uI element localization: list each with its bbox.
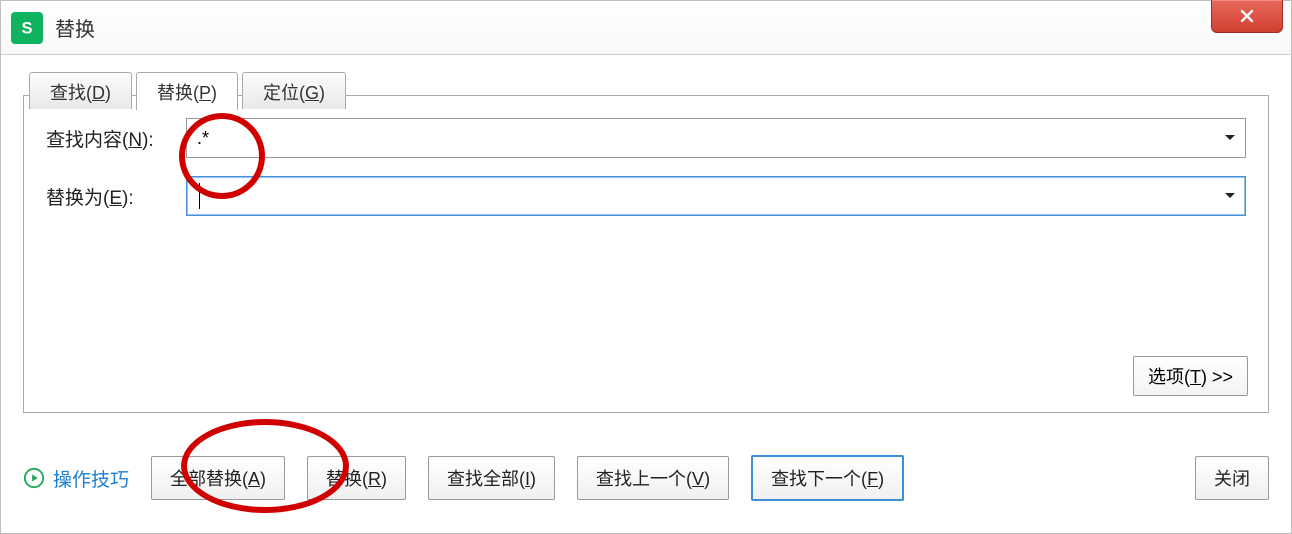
close-icon: [1237, 6, 1257, 26]
title-bar: S 替换: [1, 1, 1291, 55]
chevron-down-icon: [1224, 134, 1236, 142]
tab-replace[interactable]: 替换(P): [136, 72, 238, 110]
chevron-down-icon: [1224, 192, 1236, 200]
replace-button[interactable]: 替换(R): [307, 456, 406, 500]
options-button[interactable]: 选项(T) >>: [1133, 356, 1248, 396]
window-title: 替换: [55, 13, 95, 42]
find-next-button[interactable]: 查找下一个(F): [751, 455, 904, 501]
replace-input-combo[interactable]: [186, 176, 1246, 216]
tips-link[interactable]: 操作技巧: [23, 465, 129, 492]
find-prev-button[interactable]: 查找上一个(V): [577, 456, 729, 500]
find-all-button[interactable]: 查找全部(I): [428, 456, 555, 500]
fields-area: 查找内容(N): 替换为(E):: [24, 96, 1268, 216]
replace-row: 替换为(E):: [46, 176, 1246, 216]
app-icon: S: [11, 12, 43, 44]
replace-dropdown-button[interactable]: [1215, 177, 1245, 215]
find-row: 查找内容(N):: [46, 118, 1246, 158]
tab-strip: 查找(D) 替换(P) 定位(G): [29, 72, 346, 109]
text-cursor: [199, 183, 200, 209]
find-input[interactable]: [187, 119, 1215, 157]
close-window-button[interactable]: [1211, 0, 1283, 33]
find-input-combo[interactable]: [186, 118, 1246, 158]
replace-label: 替换为(E):: [46, 183, 186, 210]
close-button[interactable]: 关闭: [1195, 456, 1269, 500]
tips-link-label: 操作技巧: [53, 465, 129, 492]
tab-find[interactable]: 查找(D): [29, 72, 132, 109]
tab-goto[interactable]: 定位(G): [242, 72, 346, 109]
find-label: 查找内容(N):: [46, 125, 186, 152]
replace-input[interactable]: [187, 177, 1215, 215]
replace-all-button[interactable]: 全部替换(A): [151, 456, 285, 500]
find-dropdown-button[interactable]: [1215, 119, 1245, 157]
main-panel: 查找(D) 替换(P) 定位(G) 查找内容(N): 替换为(E):: [23, 95, 1269, 413]
svg-text:S: S: [21, 19, 32, 37]
bottom-bar: 操作技巧 全部替换(A) 替换(R) 查找全部(I) 查找上一个(V) 查找下一…: [23, 455, 1269, 501]
play-tips-icon: [23, 467, 45, 489]
